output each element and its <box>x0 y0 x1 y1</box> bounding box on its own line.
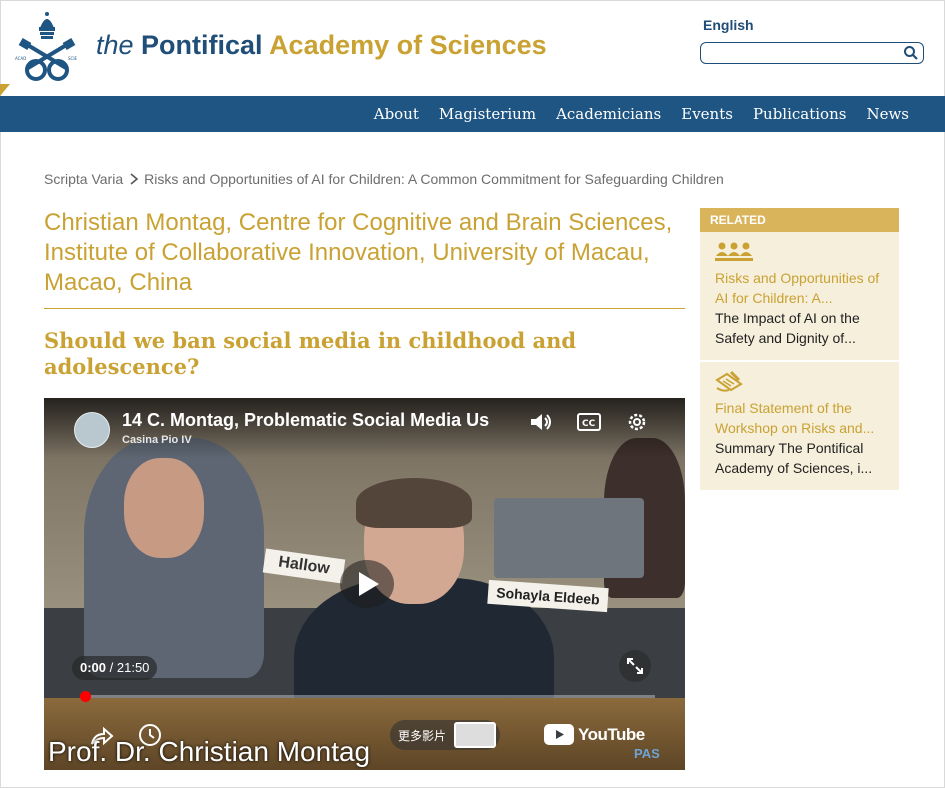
divider <box>44 308 685 309</box>
progress-scrubber[interactable] <box>80 691 91 702</box>
svg-text:SCIE: SCIE <box>68 56 78 61</box>
site-title-pontifical: Pontifical <box>141 30 270 60</box>
video-caption-lower-third: Prof. Dr. Christian Montag <box>48 736 371 767</box>
language-selector[interactable]: English <box>703 17 754 33</box>
header-corner-accent <box>0 84 10 96</box>
video-person-left-head <box>124 458 204 558</box>
breadcrumb: Scripta Varia Risks and Opportunities of… <box>44 171 724 187</box>
search-box[interactable] <box>700 42 924 64</box>
breadcrumb-item-current[interactable]: Risks and Opportunities of AI for Childr… <box>144 171 724 187</box>
site-title-academy: Academy of Sciences <box>269 30 547 60</box>
more-videos-label: 更多影片 <box>398 728 447 743</box>
play-icon <box>359 572 379 596</box>
nav-item-about[interactable]: About <box>374 105 419 123</box>
related-header: RELATED <box>700 208 899 232</box>
pas-watermark: PAS <box>634 746 660 761</box>
video-progress-bar[interactable] <box>80 691 655 702</box>
article-author: Christian Montag, Centre for Cognitive a… <box>44 209 673 296</box>
site-title[interactable]: the Pontifical Academy of Sciences <box>96 30 547 61</box>
video-laptop <box>494 498 644 578</box>
video-player[interactable]: Sohayla Eldeeb Hallow 14 C. Montag, Prob… <box>44 398 685 770</box>
volume-icon[interactable] <box>528 410 554 434</box>
nav-item-news[interactable]: News <box>866 105 909 123</box>
youtube-play-icon <box>544 724 574 745</box>
video-title[interactable]: 14 C. Montag, Problematic Social Media U… <box>122 410 510 431</box>
time-total: / 21:50 <box>106 660 150 675</box>
fullscreen-icon <box>627 658 643 674</box>
related-item-title[interactable]: Final Statement of the Workshop on Risks… <box>715 398 884 438</box>
related-item-description: The Impact of AI on the Safety and Digni… <box>715 310 860 346</box>
channel-avatar[interactable] <box>74 412 110 448</box>
site-title-the: the <box>96 30 142 60</box>
related-item-description: Summary The Pontifical Academy of Scienc… <box>715 440 873 476</box>
play-button[interactable] <box>340 560 394 608</box>
people-group-icon <box>715 242 753 261</box>
youtube-logo[interactable]: YouTube <box>544 724 645 745</box>
related-item[interactable]: Risks and Opportunities of AI for Childr… <box>700 232 899 362</box>
article-title: Should we ban social media in childhood … <box>44 328 577 379</box>
chevron-right-icon <box>130 173 139 185</box>
more-videos-button[interactable]: 更多影片 <box>390 720 501 750</box>
fullscreen-button[interactable] <box>619 650 651 682</box>
related-item[interactable]: Final Statement of the Workshop on Risks… <box>700 362 899 492</box>
video-channel[interactable]: Casina Pio IV <box>122 434 192 446</box>
time-display: 0:00 / 21:50 <box>72 656 158 680</box>
nav-item-magisterium[interactable]: Magisterium <box>439 105 536 123</box>
nav-item-publications[interactable]: Publications <box>753 105 847 123</box>
related-item-title[interactable]: Risks and Opportunities of AI for Childr… <box>715 268 884 308</box>
main-nav: About Magisterium Academicians Events Pu… <box>0 96 945 132</box>
nav-item-events[interactable]: Events <box>681 105 733 123</box>
nav-item-academicians[interactable]: Academicians <box>556 105 661 123</box>
more-videos-thumbnail <box>454 722 497 748</box>
youtube-wordmark: YouTube <box>578 724 645 744</box>
academy-logo[interactable]: ACAD SCIE <box>12 10 82 84</box>
breadcrumb-item-scripta-varia[interactable]: Scripta Varia <box>44 171 123 187</box>
settings-gear-icon[interactable] <box>624 410 650 434</box>
search-input[interactable] <box>709 45 903 61</box>
video-person-center-hair <box>356 478 472 528</box>
search-icon[interactable] <box>903 45 919 61</box>
closed-captions-icon[interactable]: CC <box>576 410 602 434</box>
document-pen-icon <box>715 370 743 392</box>
svg-text:CC: CC <box>582 419 596 429</box>
time-current: 0:00 <box>80 660 107 675</box>
related-sidebar: RELATED Risks and Opportunities of AI fo… <box>700 208 899 492</box>
svg-text:ACAD: ACAD <box>15 56 26 61</box>
